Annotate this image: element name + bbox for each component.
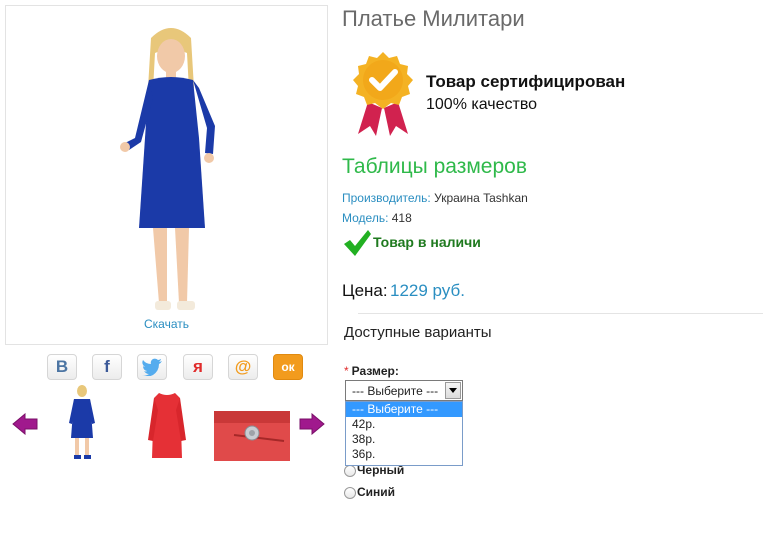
size-option-item[interactable]: 38р. (346, 432, 462, 447)
manufacturer-value: Украина Tashkan (434, 191, 528, 205)
price-label: Цена: (342, 281, 388, 300)
facebook-share-button[interactable]: f (92, 354, 122, 380)
main-product-image[interactable]: Скачать (5, 5, 328, 345)
download-link[interactable]: Скачать (6, 317, 327, 331)
color-option-blue[interactable]: Синий (344, 485, 395, 499)
model-row: Модель: 418 (342, 211, 412, 225)
model-value: 418 (391, 211, 412, 225)
dress-photo (120, 28, 215, 310)
size-tables-link[interactable]: Таблицы размеров (342, 155, 527, 179)
thumbnail-blue-dress[interactable] (65, 383, 99, 461)
certificate-title: Товар сертифицирован (426, 72, 626, 91)
size-dropdown-list: --- Выберите --- 42р. 38р. 36р. (345, 401, 463, 466)
required-mark: * (344, 364, 349, 378)
size-option-item[interactable]: --- Выберите --- (346, 402, 462, 417)
size-select-value: --- Выберите --- (352, 384, 439, 398)
model-label: Модель: (342, 211, 389, 225)
size-option-label: * Размер: (344, 364, 399, 378)
twitter-share-button[interactable] (137, 354, 167, 380)
size-option-item[interactable]: 42р. (346, 417, 462, 432)
odnoklassniki-icon: ок (281, 360, 295, 374)
variants-heading: Доступные варианты (344, 324, 492, 341)
color-label-blue: Синий (357, 485, 396, 499)
odnoklassniki-share-button[interactable]: ок (273, 354, 303, 380)
moimir-share-button[interactable]: я (183, 354, 213, 380)
carousel-next-arrow-icon[interactable] (299, 413, 325, 435)
moimir-icon: я (193, 357, 203, 376)
price-value: 1229 руб. (390, 281, 465, 300)
size-option-item[interactable]: 36р. (346, 447, 462, 462)
carousel-prev-arrow-icon[interactable] (12, 413, 38, 435)
product-title: Платье Милитари (342, 6, 525, 31)
thumbnail-fabric-detail[interactable] (214, 397, 290, 475)
certificate-badge-icon (353, 52, 413, 136)
color-radio-black[interactable] (344, 464, 356, 477)
stock-status: Товар в наличи (373, 234, 481, 250)
in-stock-check-icon (344, 230, 371, 256)
manufacturer-label[interactable]: Производитель: (342, 191, 431, 205)
mailru-icon: @ (234, 357, 252, 376)
chevron-down-icon[interactable] (445, 382, 461, 399)
size-label-text: Размер: (351, 364, 399, 378)
size-select[interactable]: --- Выберите --- (345, 380, 463, 401)
mailru-share-button[interactable]: @ (228, 354, 258, 380)
thumbnail-red-dress[interactable] (144, 387, 190, 465)
vk-icon: В (55, 357, 69, 376)
divider (358, 313, 763, 314)
twitter-icon (142, 358, 162, 376)
vk-share-button[interactable]: В (47, 354, 77, 380)
color-radio-blue[interactable] (344, 486, 356, 499)
manufacturer-row: Производитель: Украина Tashkan (342, 191, 528, 205)
facebook-icon: f (104, 357, 110, 376)
certificate-subtitle: 100% качество (426, 96, 538, 113)
